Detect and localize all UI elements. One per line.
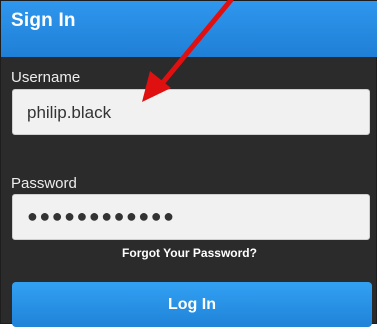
password-field[interactable]: ●●●●●●●●●●●● bbox=[12, 194, 370, 240]
password-masked-value: ●●●●●●●●●●●● bbox=[27, 206, 176, 226]
password-label: Password bbox=[11, 175, 77, 192]
log-in-button[interactable]: Log In bbox=[12, 282, 372, 327]
username-value: philip.black bbox=[27, 103, 112, 122]
username-label: Username bbox=[11, 69, 81, 86]
sign-in-header: Sign In bbox=[1, 1, 377, 57]
sign-in-title: Sign In bbox=[11, 10, 76, 31]
sign-in-panel: Sign In Username philip.black Password ●… bbox=[0, 0, 377, 327]
forgot-password-link[interactable]: Forgot Your Password? bbox=[1, 246, 377, 260]
username-field[interactable]: philip.black bbox=[12, 89, 370, 135]
